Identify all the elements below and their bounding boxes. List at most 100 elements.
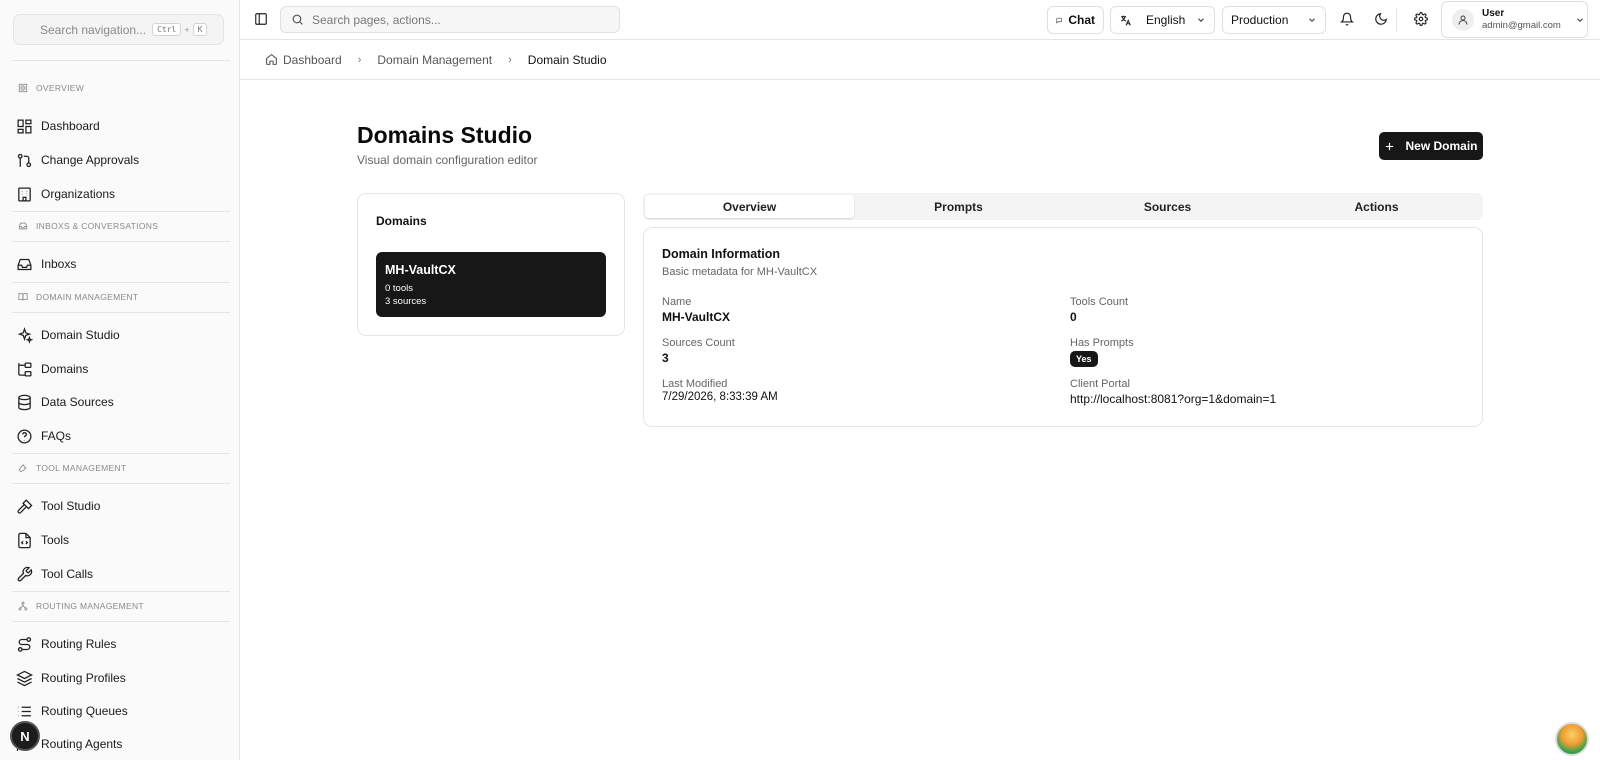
sidebar-item-label: Data Sources — [41, 395, 114, 409]
section-tool-label: TOOL MANAGEMENT — [36, 463, 127, 473]
database-icon — [18, 394, 31, 410]
list-icon — [18, 706, 31, 716]
assistant-avatar[interactable] — [1555, 722, 1589, 756]
sparkles-icon — [17, 326, 33, 344]
app-root: Search navigation... Ctrl + K OVERVIEW D… — [0, 0, 1600, 760]
sidebar-item-data-sources[interactable]: Data Sources — [16, 389, 226, 415]
chat-button[interactable]: Chat — [1047, 6, 1104, 34]
sidebar-item-tool-studio[interactable]: Tool Studio — [16, 493, 226, 519]
section-tool: TOOL MANAGEMENT — [18, 463, 126, 473]
sidebar-item-change-approvals[interactable]: Change Approvals — [16, 147, 226, 173]
tab-prompts[interactable]: Prompts — [854, 195, 1063, 218]
sidebar-item-label: Routing Queues — [41, 704, 128, 718]
sidebar-item-label: Change Approvals — [41, 153, 140, 167]
client-portal-link[interactable]: http://localhost:8081?org=1&domain=1 — [1070, 392, 1276, 406]
section-divider — [12, 483, 230, 484]
topbar-divider — [1396, 8, 1397, 32]
breadcrumb: Dashboard › Domain Management › Domain S… — [240, 40, 1600, 80]
top-search-placeholder: Search pages, actions... — [312, 12, 441, 27]
bell-icon[interactable] — [1340, 12, 1354, 26]
name-value: MH-VaultCX — [662, 310, 731, 324]
shortcut-ctrl: Ctrl — [152, 23, 182, 36]
network-icon — [18, 601, 28, 611]
tab-overview[interactable]: Overview — [645, 195, 854, 218]
sidebar-item-routing-queues[interactable]: Routing Queues — [16, 698, 226, 724]
sidebar-item-routing-agents[interactable]: Routing Agents — [16, 731, 226, 757]
sidebar-item-inboxes[interactable]: Inboxs — [16, 251, 226, 277]
language-select[interactable]: English — [1110, 6, 1215, 34]
environment-value: Production — [1231, 13, 1289, 27]
sidebar-item-faqs[interactable]: FAQs — [16, 423, 226, 449]
sidebar-search[interactable]: Search navigation... Ctrl + K — [13, 14, 224, 45]
domain-list-item[interactable]: MH-VaultCX 0 tools 3 sources — [376, 252, 606, 317]
dashboard-icon — [17, 118, 32, 134]
page-title: Domains Studio — [357, 122, 533, 148]
section-divider — [12, 591, 230, 592]
gear-icon[interactable] — [1414, 12, 1428, 26]
sidebar-item-label: Dashboard — [41, 119, 100, 133]
info-title: Domain Information — [662, 247, 781, 261]
language-value: English — [1146, 13, 1186, 27]
shortcut-key: K — [192, 23, 208, 36]
moon-icon[interactable] — [1374, 12, 1388, 26]
building-icon — [18, 186, 31, 202]
sidebar-item-domain-studio[interactable]: Domain Studio — [16, 322, 226, 348]
section-divider — [12, 60, 230, 61]
workspace-avatar[interactable]: N — [10, 721, 40, 751]
user-info: User admin@gmail.com — [1482, 8, 1561, 32]
sidebar-item-label: Tool Calls — [41, 567, 94, 581]
domains-panel-title: Domains — [376, 214, 427, 228]
grid-icon — [18, 83, 28, 93]
file-code-icon — [18, 532, 31, 548]
sidebar-item-label: Tools — [41, 533, 70, 547]
book-icon — [18, 293, 28, 301]
section-divider — [12, 453, 230, 454]
tab-sources[interactable]: Sources — [1063, 195, 1272, 218]
sidebar-item-domains[interactable]: Domains — [16, 356, 226, 382]
section-overview: OVERVIEW — [18, 83, 84, 93]
hammer-icon — [17, 498, 33, 514]
breadcrumb-current: Domain Studio — [527, 52, 607, 67]
section-divider — [12, 621, 230, 622]
last-modified-value: 7/29/2026, 8:33:39 AM — [662, 391, 778, 403]
tab-actions[interactable]: Actions — [1272, 195, 1481, 218]
user-email: admin@gmail.com — [1482, 19, 1561, 31]
domain-tools-count: 0 tools — [385, 283, 413, 294]
new-domain-label: New Domain — [1405, 139, 1478, 153]
sidebar-toggle-icon[interactable] — [254, 12, 268, 26]
has-prompts-badge: Yes — [1070, 351, 1098, 367]
inbox-icon — [17, 258, 32, 270]
environment-select[interactable]: Production — [1222, 6, 1326, 34]
sources-count-label: Sources Count — [662, 337, 735, 349]
client-portal-label: Client Portal — [1070, 378, 1130, 390]
user-avatar — [1452, 8, 1474, 31]
last-modified-label: Last Modified — [662, 378, 728, 390]
layers-icon — [16, 670, 33, 686]
search-icon — [292, 14, 303, 25]
sidebar-item-label: Tool Studio — [41, 499, 101, 513]
chevron-right-icon: › — [357, 53, 362, 66]
user-menu[interactable]: User admin@gmail.com — [1441, 1, 1588, 38]
wrench-icon — [17, 566, 33, 581]
breadcrumb-domain-management[interactable]: Domain Management — [377, 53, 492, 67]
sidebar-item-dashboard[interactable]: Dashboard — [16, 113, 226, 139]
shortcut-plus: + — [184, 24, 190, 35]
section-domain: DOMAIN MANAGEMENT — [18, 292, 138, 302]
breadcrumb-dashboard[interactable]: Dashboard — [283, 53, 342, 67]
domain-tabs: Overview Prompts Sources Actions — [643, 193, 1483, 220]
new-domain-button[interactable]: New Domain — [1379, 132, 1483, 160]
sidebar-item-tool-calls[interactable]: Tool Calls — [16, 561, 226, 587]
sidebar-item-routing-profiles[interactable]: Routing Profiles — [16, 665, 226, 691]
section-routing-label: ROUTING MANAGEMENT — [36, 601, 144, 611]
help-circle-icon — [17, 428, 32, 444]
name-label: Name — [662, 296, 692, 308]
section-inboxes: INBOXS & CONVERSATIONS — [18, 221, 158, 231]
sidebar-item-routing-rules[interactable]: Routing Rules — [16, 631, 226, 657]
sidebar-item-organizations[interactable]: Organizations — [16, 181, 226, 207]
sidebar-item-label: Organizations — [41, 187, 116, 201]
sidebar: Search navigation... Ctrl + K OVERVIEW D… — [0, 0, 240, 760]
sidebar-item-label: FAQs — [41, 429, 72, 443]
section-overview-label: OVERVIEW — [36, 83, 85, 93]
sidebar-item-tools[interactable]: Tools — [16, 527, 226, 553]
top-search-input[interactable]: Search pages, actions... — [280, 6, 620, 33]
